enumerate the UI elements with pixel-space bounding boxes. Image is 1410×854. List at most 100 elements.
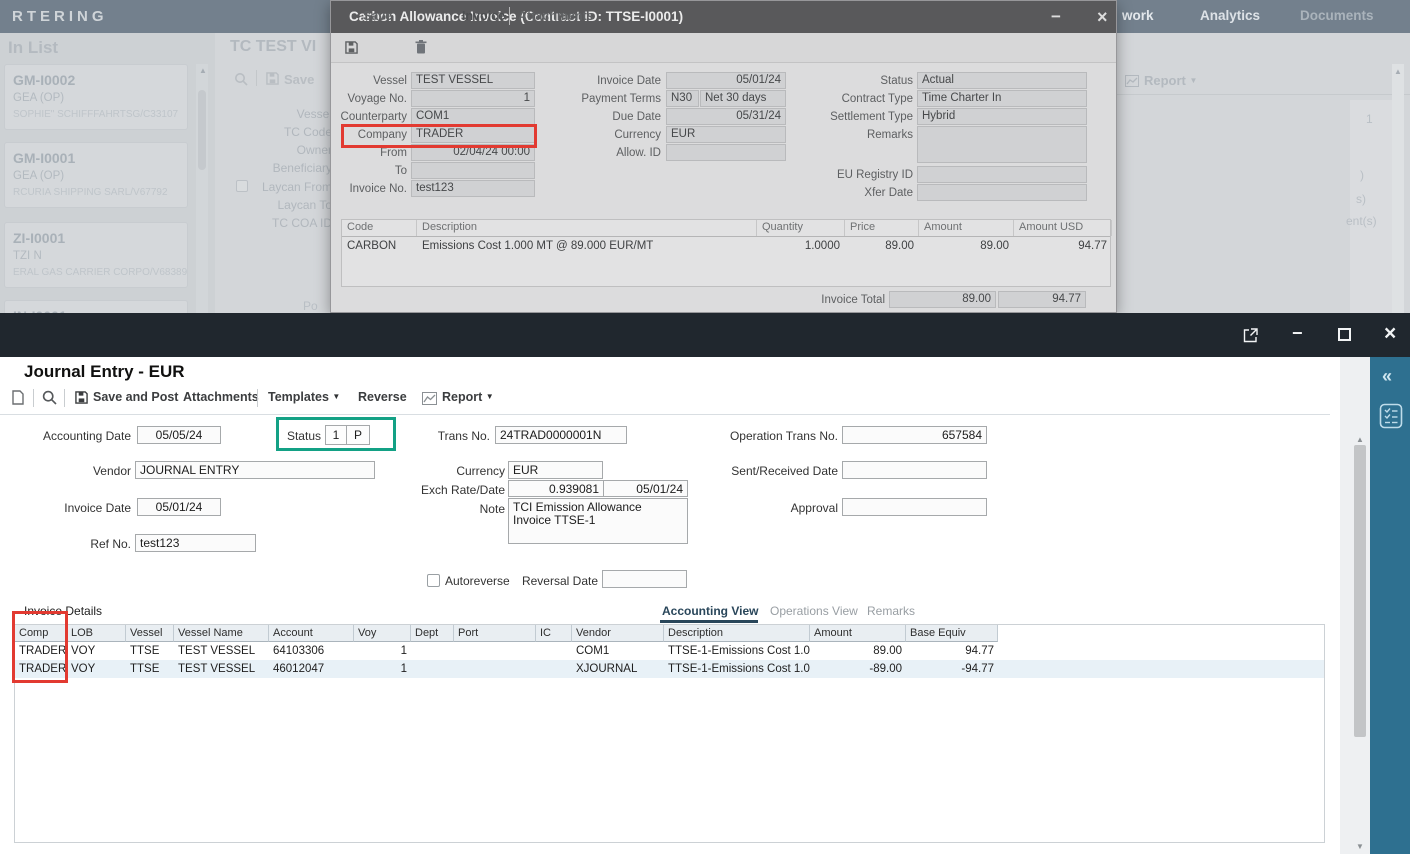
approval-field[interactable]: [842, 498, 987, 516]
accounting-date-field[interactable]: 05/05/24: [137, 426, 221, 444]
attachments-button[interactable]: Attachments: [183, 390, 259, 404]
due-date-field[interactable]: 05/31/24: [666, 108, 786, 125]
counterparty-field[interactable]: COM1: [411, 108, 535, 125]
nav-item-analytics[interactable]: Analytics: [1200, 8, 1260, 23]
col-amount: Amount: [810, 625, 906, 642]
col-quantity: Quantity: [757, 220, 845, 236]
carbon-allowance-invoice-dialog: Carbon Allowance Invoice (Contract ID: T…: [330, 0, 1117, 313]
save-icon[interactable]: [345, 41, 358, 54]
tab-operations-view[interactable]: Operations View: [770, 604, 858, 618]
vessel-field[interactable]: TEST VESSEL: [411, 72, 535, 89]
right-panel-block: [1350, 100, 1392, 313]
table-row[interactable]: TRADER VOY TTSE TEST VESSEL 46012047 1 X…: [15, 660, 1324, 678]
vendor-field[interactable]: JOURNAL ENTRY: [135, 461, 375, 479]
reverse-button[interactable]: Reverse: [358, 390, 407, 404]
items-table-row[interactable]: CARBON Emissions Cost 1.000 MT @ 89.000 …: [342, 237, 1110, 257]
journal-scrollbar-thumb[interactable]: [1354, 445, 1366, 737]
note-field[interactable]: TCI Emission Allowance Invoice TTSE-1: [508, 498, 688, 544]
allow-id-field[interactable]: [666, 144, 786, 161]
scroll-up-icon[interactable]: ▲: [199, 67, 207, 75]
tc-save-button[interactable]: Save: [284, 72, 314, 87]
status-field[interactable]: Actual: [917, 72, 1087, 89]
invoice-date-field[interactable]: 05/01/24: [666, 72, 786, 89]
journal-titlebar[interactable]: [0, 313, 1410, 357]
scroll-down-icon[interactable]: ▼: [1356, 843, 1364, 851]
trash-icon[interactable]: [415, 40, 427, 54]
popout-icon[interactable]: [1243, 328, 1258, 343]
toolbar-divider: [256, 70, 257, 86]
currency-field[interactable]: EUR: [666, 126, 786, 143]
cell-amount: 89.00: [919, 237, 1014, 257]
invoice-total-label: Invoice Total: [801, 294, 885, 306]
active-tab-underline: [660, 620, 758, 623]
save-icon: [75, 391, 88, 404]
invoice-no-field[interactable]: test123: [411, 180, 535, 197]
remarks-field[interactable]: [917, 126, 1087, 163]
operation-trans-no-field[interactable]: 657584: [842, 426, 987, 444]
list-scrollbar-thumb[interactable]: [198, 90, 206, 170]
tc-panel-title: TC TEST VI: [230, 38, 316, 56]
scroll-up-icon[interactable]: ▲: [1356, 436, 1364, 444]
cell-ic: [536, 660, 572, 678]
report-dropdown[interactable]: Report ▼: [1144, 73, 1197, 88]
voyage-no-field[interactable]: 1: [411, 90, 535, 107]
collapse-panel-icon[interactable]: «: [1382, 366, 1392, 387]
tab-invoice[interactable]: Invoice: [462, 9, 505, 23]
templates-label: Templates: [268, 390, 329, 404]
ref-no-field[interactable]: test123: [135, 534, 256, 552]
settlement-type-field[interactable]: Hybrid: [917, 108, 1087, 125]
sent-received-date-label: Sent/Received Date: [700, 464, 838, 478]
cell-port: [454, 642, 536, 660]
close-icon[interactable]: ×: [1384, 322, 1396, 346]
contract-type-field[interactable]: Time Charter In: [917, 90, 1087, 107]
reversal-date-field[interactable]: [602, 570, 687, 588]
to-field[interactable]: [411, 162, 535, 179]
list-item[interactable]: GM-I0001 GEA (OP) RCURIA SHIPPING SARL/V…: [4, 142, 188, 208]
background-scrollbar[interactable]: [1392, 64, 1404, 313]
autoreverse-label: Autoreverse: [445, 574, 510, 588]
trans-no-field[interactable]: 24TRAD0000001N: [495, 426, 627, 444]
sent-received-date-field[interactable]: [842, 461, 987, 479]
card-id: GM-I0002: [13, 72, 179, 88]
save-and-post-button[interactable]: Save and Post: [93, 390, 178, 404]
exch-rate-field[interactable]: 0.939081: [508, 480, 604, 497]
list-item[interactable]: ZI-I0001 TZI N ERAL GAS CARRIER CORPO/V6…: [4, 222, 188, 288]
eu-registry-id-field[interactable]: [917, 166, 1087, 183]
new-document-icon[interactable]: [12, 390, 24, 405]
report-dropdown[interactable]: Report ▼: [442, 390, 494, 404]
cell-voy: 1: [354, 642, 411, 660]
payment-terms-field[interactable]: Net 30 days: [700, 90, 786, 107]
autoreverse-checkbox[interactable]: [427, 574, 440, 587]
checklist-panel-icon[interactable]: [1379, 403, 1403, 429]
templates-dropdown[interactable]: Templates ▼: [268, 390, 340, 404]
invoice-date-field[interactable]: 05/01/24: [137, 498, 221, 516]
search-icon[interactable]: [42, 390, 57, 405]
laycan-from-checkbox[interactable]: [236, 180, 248, 192]
nav-item-documents[interactable]: Documents: [1300, 8, 1374, 23]
save-icon[interactable]: [266, 72, 279, 85]
scroll-up-icon[interactable]: ▲: [1394, 68, 1402, 76]
maximize-icon[interactable]: [1338, 328, 1351, 341]
invoice-items-table: Code Description Quantity Price Amount A…: [341, 219, 1111, 287]
list-item[interactable]: GM-I0002 GEA (OP) SOPHIE" SCHIFFFAHRTSG/…: [4, 64, 188, 130]
exch-date-field[interactable]: 05/01/24: [603, 480, 688, 497]
nav-item-network[interactable]: work: [1122, 8, 1154, 23]
payment-terms-code-field[interactable]: N30: [666, 90, 699, 107]
cell-vendor: COM1: [572, 642, 664, 660]
tab-attachments[interactable]: Attachments: [518, 9, 594, 23]
text-fragment: ent(s): [1346, 214, 1377, 228]
tab-accounting-view[interactable]: Accounting View: [662, 604, 758, 618]
minimize-icon[interactable]: −: [1051, 7, 1061, 27]
tab-remarks[interactable]: Remarks: [867, 604, 915, 618]
table-row[interactable]: TRADER VOY TTSE TEST VESSEL 64103306 1 C…: [15, 642, 1324, 660]
search-icon[interactable]: [234, 72, 248, 86]
minimize-icon[interactable]: −: [1292, 323, 1303, 344]
invoice-total-amount: 89.00: [889, 291, 996, 308]
chevron-down-icon: ▼: [486, 392, 494, 401]
col-ic: IC: [536, 625, 572, 642]
close-icon[interactable]: ×: [1097, 7, 1108, 28]
comp-column-highlight-box: [12, 611, 68, 683]
xfer-date-field[interactable]: [917, 184, 1087, 201]
currency-field[interactable]: EUR: [508, 461, 603, 479]
save-button[interactable]: Save: [363, 9, 392, 23]
